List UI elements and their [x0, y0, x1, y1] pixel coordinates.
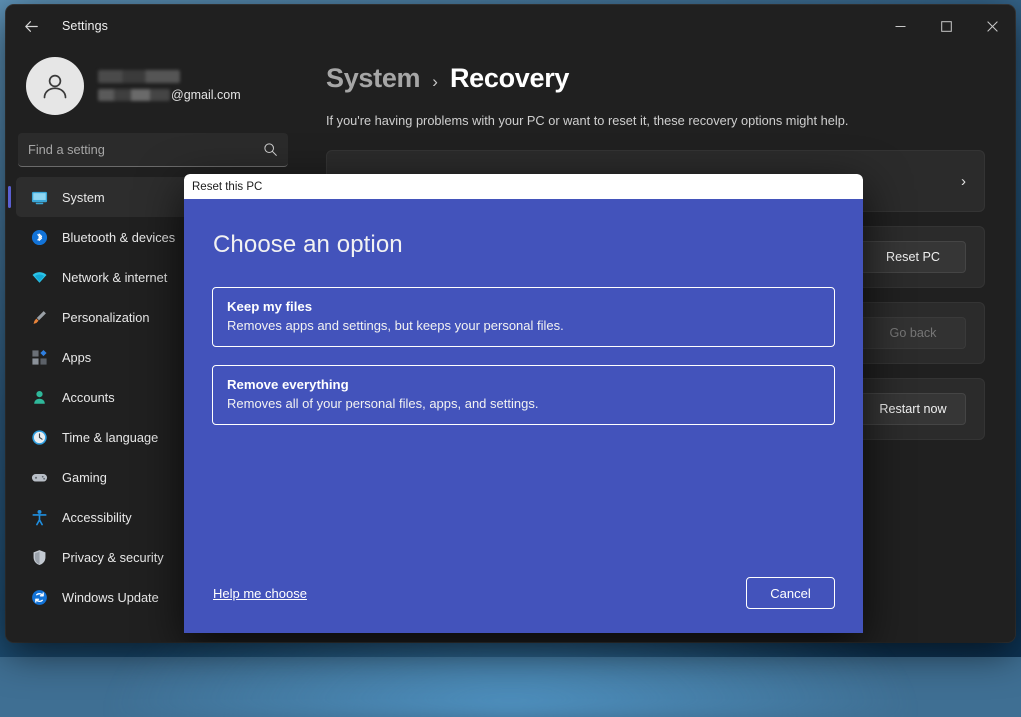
option-description: Removes all of your personal files, apps…: [227, 396, 820, 411]
settings-window: Settings: [6, 5, 1015, 642]
option-title: Keep my files: [227, 299, 820, 314]
search-input[interactable]: [28, 142, 263, 157]
maximize-button[interactable]: [923, 5, 969, 47]
close-icon: [987, 21, 998, 32]
search-icon: [263, 142, 278, 157]
window-controls: [877, 5, 1015, 47]
dialog-heading: Choose an option: [213, 231, 835, 259]
clock-icon: [30, 428, 48, 446]
bluetooth-icon: [30, 228, 48, 246]
sidebar-item-label: Privacy & security: [62, 550, 164, 565]
apps-grid-icon: [30, 348, 48, 366]
wifi-icon: [30, 268, 48, 286]
chevron-right-icon: ›: [961, 173, 966, 190]
option-description: Removes apps and settings, but keeps you…: [227, 318, 820, 333]
gamepad-icon: [30, 468, 48, 486]
person-icon: [31, 389, 48, 406]
page-title: Recovery: [450, 63, 569, 94]
monitor-icon: [31, 189, 48, 206]
paintbrush-icon: [31, 309, 48, 326]
sidebar-item-label: Network & internet: [62, 270, 167, 285]
sidebar-item-label: Accessibility: [62, 510, 132, 525]
option-title: Remove everything: [227, 377, 820, 392]
close-button[interactable]: [969, 5, 1015, 47]
paintbrush-icon: [30, 308, 48, 326]
help-me-choose-link[interactable]: Help me choose: [213, 586, 307, 601]
account-text: @gmail.com: [98, 70, 241, 102]
sidebar-item-label: Windows Update: [62, 590, 159, 605]
shield-icon: [31, 549, 48, 566]
dialog-title: Reset this PC: [192, 181, 262, 193]
minimize-icon: [895, 21, 906, 32]
reset-this-pc-dialog: Reset this PC Choose an option Keep my f…: [184, 174, 863, 633]
accessibility-icon: [30, 508, 48, 526]
option-remove-everything[interactable]: Remove everything Removes all of your pe…: [212, 365, 835, 425]
reset-pc-button[interactable]: Reset PC: [860, 241, 966, 273]
wifi-icon: [31, 269, 48, 286]
apps-grid-icon: [31, 349, 48, 366]
sidebar-item-label: Time & language: [62, 430, 158, 445]
back-arrow-icon: [23, 18, 40, 35]
breadcrumb: System › Recovery: [326, 63, 985, 94]
account-email-redacted: [98, 89, 170, 101]
back-button[interactable]: [14, 11, 48, 41]
monitor-icon: [30, 188, 48, 206]
account-block[interactable]: @gmail.com: [16, 47, 290, 121]
clock-icon: [31, 429, 48, 446]
dialog-footer: Help me choose Cancel: [212, 577, 835, 633]
bluetooth-icon: [31, 229, 48, 246]
minimize-button[interactable]: [877, 5, 923, 47]
breadcrumb-parent[interactable]: System: [326, 63, 420, 94]
accessibility-icon: [31, 509, 48, 526]
avatar: [26, 57, 84, 115]
maximize-icon: [941, 21, 952, 32]
user-avatar-icon: [38, 69, 72, 103]
sidebar-item-label: Accounts: [62, 390, 115, 405]
update-refresh-icon: [31, 589, 48, 606]
sidebar-item-label: Apps: [62, 350, 91, 365]
option-keep-my-files[interactable]: Keep my files Removes apps and settings,…: [212, 287, 835, 347]
account-email-domain: @gmail.com: [171, 88, 241, 102]
dialog-body: Choose an option Keep my files Removes a…: [184, 199, 863, 633]
sidebar-item-label: System: [62, 190, 105, 205]
account-name-redacted: [98, 70, 180, 83]
sidebar-item-label: Gaming: [62, 470, 107, 485]
update-refresh-icon: [30, 588, 48, 606]
restart-now-button[interactable]: Restart now: [860, 393, 966, 425]
page-description: If you're having problems with your PC o…: [326, 113, 985, 128]
sidebar-item-label: Bluetooth & devices: [62, 230, 175, 245]
cancel-button[interactable]: Cancel: [746, 577, 835, 609]
sidebar-item-label: Personalization: [62, 310, 150, 325]
search-box[interactable]: [18, 133, 288, 167]
go-back-button: Go back: [860, 317, 966, 349]
gamepad-icon: [31, 469, 48, 486]
account-email: @gmail.com: [98, 88, 241, 102]
shield-icon: [30, 548, 48, 566]
app-title: Settings: [62, 19, 108, 33]
window-titlebar: Settings: [6, 5, 1015, 47]
dialog-titlebar: Reset this PC: [184, 174, 863, 199]
person-icon: [30, 388, 48, 406]
breadcrumb-separator-icon: ›: [432, 72, 438, 92]
